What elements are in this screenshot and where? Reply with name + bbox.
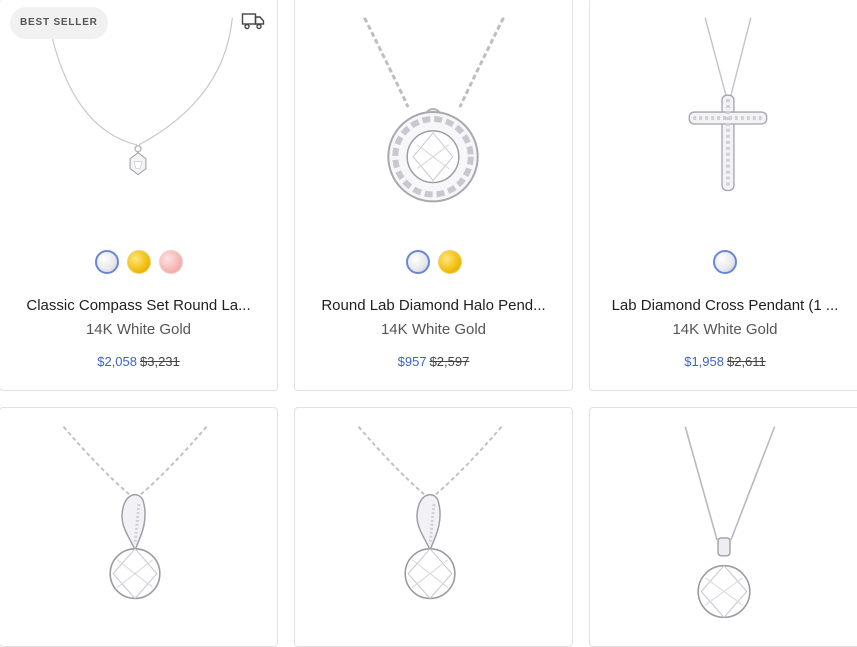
regular-price: $2,611: [726, 354, 766, 369]
product-image[interactable]: [295, 0, 572, 239]
product-title[interactable]: Classic Compass Set Round La...: [10, 297, 267, 314]
swatch-yellow-gold[interactable]: [437, 250, 462, 274]
sale-price: $957: [397, 354, 427, 369]
product-image[interactable]: [590, 408, 857, 642]
product-image[interactable]: [295, 408, 572, 642]
swatch-rose-gold[interactable]: [158, 250, 183, 274]
best-seller-badge: BEST SELLER: [10, 7, 108, 39]
product-card[interactable]: BEST SELLER Classic Compass Set Round La…: [0, 0, 278, 391]
product-card[interactable]: [589, 407, 857, 647]
product-card[interactable]: Round Lab Diamond Halo Pend... 14K White…: [294, 0, 573, 391]
product-metal: 14K White Gold: [380, 321, 487, 338]
sale-price: $2,058: [97, 354, 137, 369]
product-price: $2,058 $3,231: [0, 354, 277, 369]
product-price: $1,958 $2,611: [590, 354, 857, 369]
product-card[interactable]: [0, 407, 278, 647]
product-title[interactable]: Round Lab Diamond Halo Pend...: [305, 297, 562, 314]
product-price: $957 $2,597: [295, 354, 572, 369]
product-image[interactable]: [0, 408, 277, 642]
truck-icon: [241, 13, 265, 30]
metal-swatches: [295, 250, 572, 274]
product-title[interactable]: Lab Diamond Cross Pendant (1 ...: [600, 297, 850, 314]
sale-price: $1,958: [684, 354, 724, 369]
product-card[interactable]: [294, 407, 573, 647]
regular-price: $2,597: [429, 354, 470, 369]
swatch-white-gold[interactable]: [405, 250, 430, 274]
metal-swatches: [590, 250, 857, 274]
product-card[interactable]: Lab Diamond Cross Pendant (1 ... 14K Whi…: [589, 0, 857, 391]
swatch-white-gold[interactable]: [94, 250, 119, 274]
regular-price: $3,231: [140, 354, 180, 369]
swatch-white-gold[interactable]: [713, 250, 737, 274]
metal-swatches: [0, 250, 277, 274]
product-metal: 14K White Gold: [85, 321, 192, 338]
product-metal: 14K White Gold: [672, 321, 778, 338]
swatch-yellow-gold[interactable]: [126, 250, 151, 274]
product-image[interactable]: [590, 0, 857, 239]
